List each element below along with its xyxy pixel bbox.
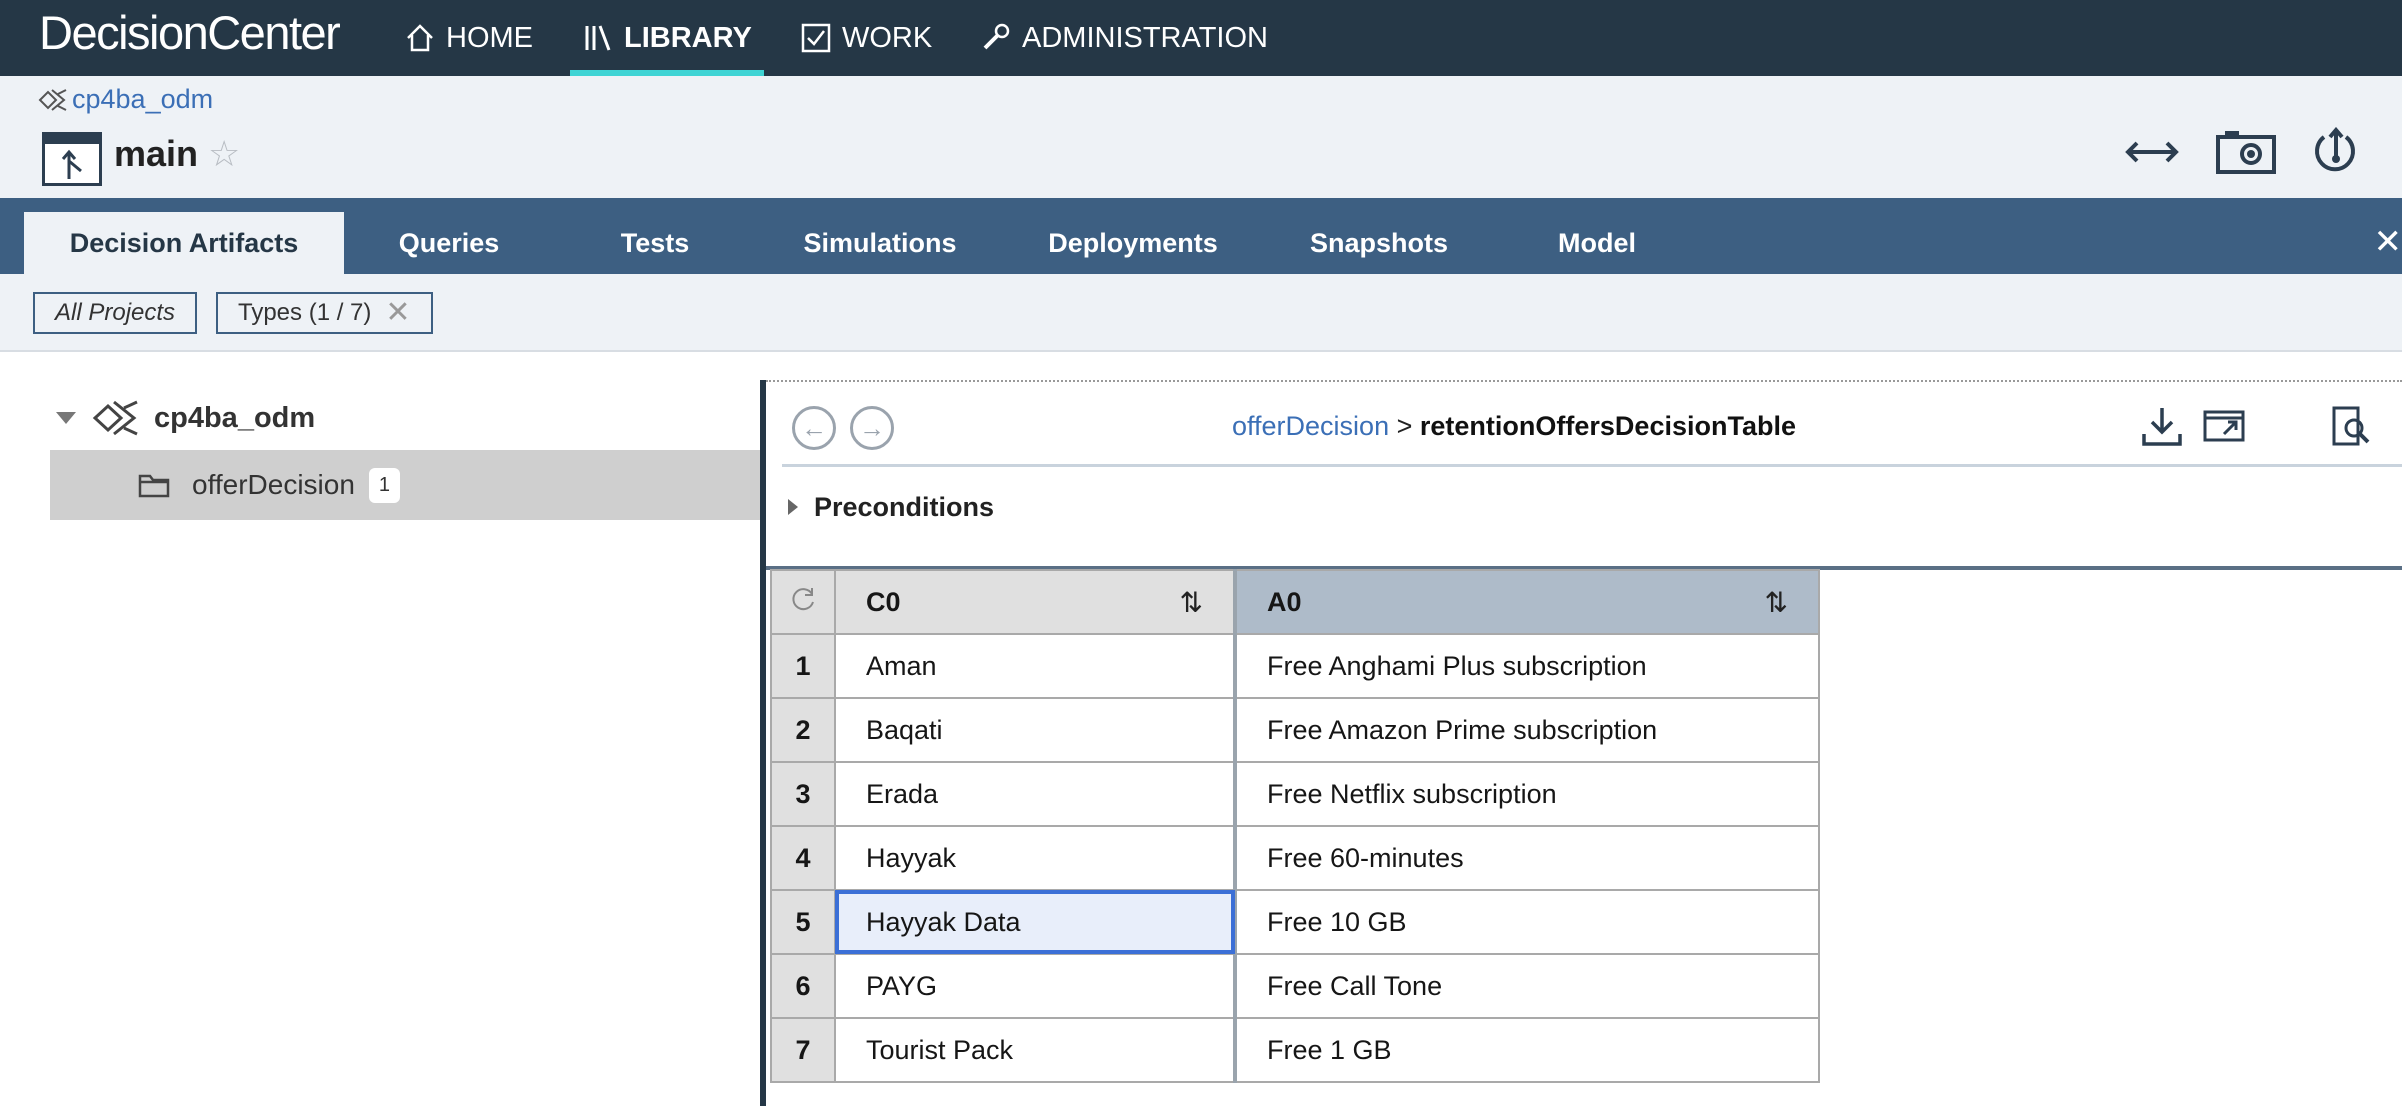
row-number[interactable]: 7 xyxy=(770,1017,836,1083)
tab-simulations[interactable]: Simulations xyxy=(770,212,990,274)
preconditions-label: Preconditions xyxy=(814,491,995,522)
search-document-icon[interactable] xyxy=(2326,402,2374,450)
types-filter[interactable]: Types (1 / 7) ✕ xyxy=(216,292,433,334)
project-icon xyxy=(38,88,68,112)
nav-administration-label: ADMINISTRATION xyxy=(1022,21,1268,54)
project-link-label: cp4ba_odm xyxy=(72,84,214,114)
sort-icon[interactable]: ⇅ xyxy=(1765,586,1788,619)
project-link[interactable]: cp4ba_odm xyxy=(38,84,213,115)
nav-library-label: LIBRARY xyxy=(624,21,752,54)
condition-cell[interactable]: Baqati xyxy=(834,697,1237,763)
column-header-c0[interactable]: C0 ⇅ xyxy=(834,569,1237,635)
nav-work[interactable]: WORK xyxy=(788,0,944,76)
breadcrumb-current: retentionOffersDecisionTable xyxy=(1419,411,1796,441)
tree-root-label: cp4ba_odm xyxy=(154,401,316,434)
expand-caret-icon xyxy=(788,499,798,515)
branch-icon xyxy=(42,132,102,186)
clear-filter-icon[interactable]: ✕ xyxy=(385,298,410,328)
snapshot-camera-icon[interactable] xyxy=(2214,122,2278,182)
tab-bar: Decision Artifacts Queries Tests Simulat… xyxy=(0,198,2402,274)
row-number[interactable]: 5 xyxy=(770,889,836,955)
project-tree-icon xyxy=(92,398,140,438)
condition-cell[interactable]: PAYG xyxy=(834,953,1237,1019)
count-badge: 1 xyxy=(368,467,401,503)
branch-header: cp4ba_odm main ☆ xyxy=(0,76,2402,198)
tab-queries[interactable]: Queries xyxy=(360,212,538,274)
column-header-label: C0 xyxy=(866,586,901,617)
wrench-icon xyxy=(980,22,1012,54)
column-header-label: A0 xyxy=(1267,586,1302,617)
collapse-caret-icon[interactable] xyxy=(56,412,76,424)
nav-work-label: WORK xyxy=(842,21,933,54)
action-cell[interactable]: Free 60-minutes xyxy=(1234,825,1820,891)
tree-root[interactable]: cp4ba_odm xyxy=(56,396,315,440)
download-icon[interactable] xyxy=(2138,402,2186,450)
row-number[interactable]: 6 xyxy=(770,953,836,1019)
condition-cell[interactable]: Tourist Pack xyxy=(834,1017,1237,1083)
condition-cell-selected[interactable]: Hayyak Data xyxy=(834,889,1237,955)
action-cell[interactable]: Free 1 GB xyxy=(1234,1017,1820,1083)
checkbox-icon xyxy=(800,22,832,54)
breadcrumb-separator: > xyxy=(1396,411,1413,441)
nav-administration[interactable]: ADMINISTRATION xyxy=(968,0,1280,76)
sort-icon[interactable]: ⇅ xyxy=(1180,586,1203,619)
folder-icon xyxy=(138,472,170,498)
row-number[interactable]: 4 xyxy=(770,825,836,891)
tab-tests[interactable]: Tests xyxy=(580,212,730,274)
forward-arrow-icon[interactable]: → xyxy=(850,406,894,450)
table-row: 5 Hayyak Data Free 10 GB xyxy=(770,889,1820,955)
collapse-tabs-icon[interactable]: ✕ xyxy=(2374,222,2402,262)
tab-snapshots[interactable]: Snapshots xyxy=(1286,212,1472,274)
nav-library[interactable]: LIBRARY xyxy=(570,0,764,76)
row-number[interactable]: 2 xyxy=(770,697,836,763)
table-row: 4 Hayyak Free 60-minutes xyxy=(770,825,1820,891)
table-row: 2 Baqati Free Amazon Prime subscription xyxy=(770,697,1820,763)
nav-home[interactable]: HOME xyxy=(392,0,545,76)
preconditions-toggle[interactable]: Preconditions xyxy=(788,487,994,527)
open-window-icon[interactable] xyxy=(2200,402,2248,450)
library-icon xyxy=(582,22,614,54)
table-row: 3 Erada Free Netflix subscription xyxy=(770,761,1820,827)
decision-table: C0 ⇅ A0 ⇅ 1 Aman Free Anghami Plus subsc… xyxy=(770,569,1820,1083)
home-icon xyxy=(404,22,436,54)
tree-item-offerdecision[interactable]: offerDecision 1 xyxy=(50,450,760,520)
tab-decision-artifacts[interactable]: Decision Artifacts xyxy=(24,212,344,274)
breadcrumb-parent[interactable]: offerDecision xyxy=(1232,411,1389,441)
favorite-star-icon[interactable]: ☆ xyxy=(208,136,240,172)
breadcrumb: offerDecision > retentionOffersDecisionT… xyxy=(1232,406,1796,446)
condition-cell[interactable]: Hayyak xyxy=(834,825,1237,891)
tab-deployments[interactable]: Deployments xyxy=(1028,212,1238,274)
editor-panel: ← → offerDecision > retentionOffersDecis… xyxy=(766,380,2402,570)
table-row: 7 Tourist Pack Free 1 GB xyxy=(770,1017,1820,1083)
app-brand: DecisionCenter xyxy=(39,6,341,59)
branch-name: main xyxy=(114,133,199,174)
action-cell[interactable]: Free Amazon Prime subscription xyxy=(1234,697,1820,763)
condition-cell[interactable]: Aman xyxy=(834,633,1237,699)
action-cell[interactable]: Free 10 GB xyxy=(1234,889,1820,955)
table-row: 6 PAYG Free Call Tone xyxy=(770,953,1820,1019)
deploy-icon[interactable] xyxy=(2308,122,2364,182)
table-row: 1 Aman Free Anghami Plus subscription xyxy=(770,633,1820,699)
nav-home-label: HOME xyxy=(446,21,533,54)
action-cell[interactable]: Free Anghami Plus subscription xyxy=(1234,633,1820,699)
types-filter-label: Types (1 / 7) xyxy=(238,299,372,326)
row-number[interactable]: 1 xyxy=(770,633,836,699)
condition-cell[interactable]: Erada xyxy=(834,761,1237,827)
editor-divider xyxy=(782,464,2402,467)
compare-icon[interactable] xyxy=(2122,122,2182,182)
filter-row: All Projects Types (1 / 7) ✕ xyxy=(0,274,2402,352)
all-projects-filter[interactable]: All Projects xyxy=(33,292,198,334)
action-cell[interactable]: Free Netflix subscription xyxy=(1234,761,1820,827)
column-header-a0[interactable]: A0 ⇅ xyxy=(1234,569,1820,635)
tree-item-label: offerDecision xyxy=(192,469,355,500)
top-navigation-bar: DecisionCenter HOME LIBRARY WORK ADMINIS… xyxy=(0,0,2402,76)
row-number[interactable]: 3 xyxy=(770,761,836,827)
action-cell[interactable]: Free Call Tone xyxy=(1234,953,1820,1019)
back-arrow-icon[interactable]: ← xyxy=(792,406,836,450)
tab-model[interactable]: Model xyxy=(1522,212,1672,274)
refresh-icon[interactable] xyxy=(770,569,836,635)
